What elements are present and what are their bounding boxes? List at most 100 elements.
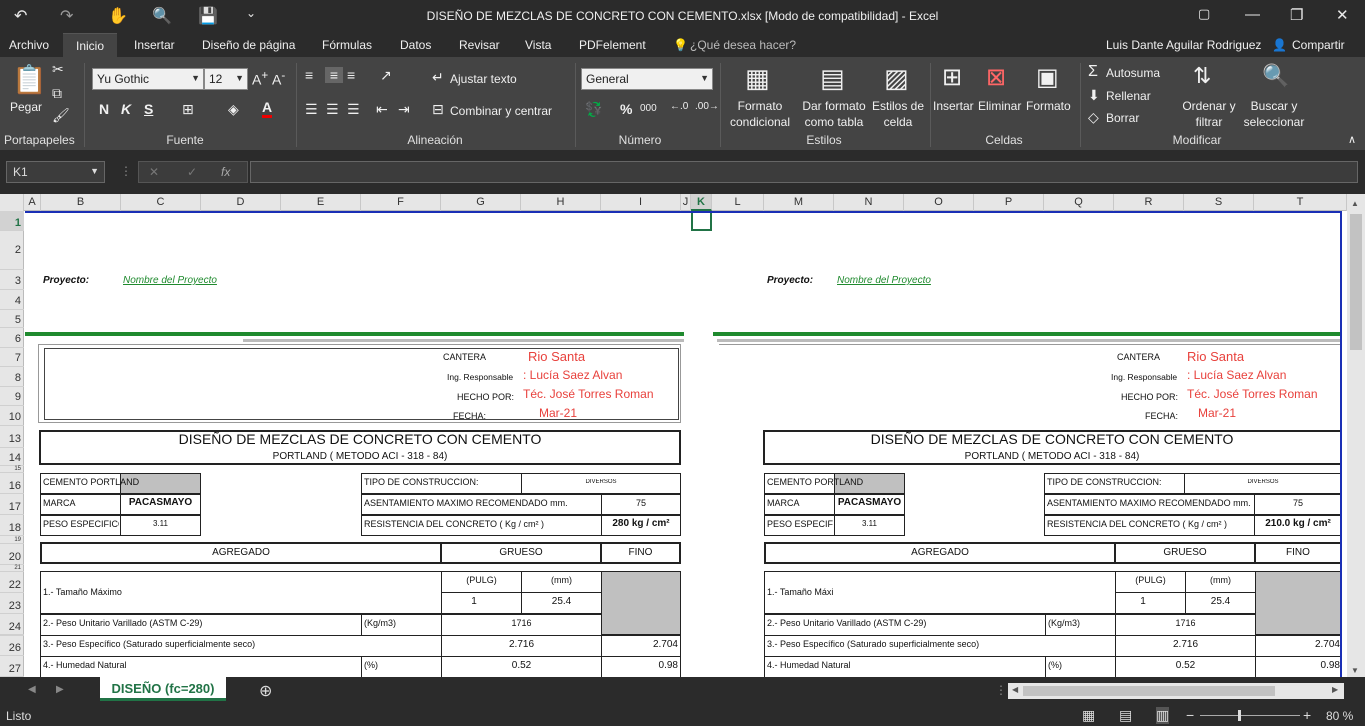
merge-center-icon[interactable]: ⊟ — [432, 101, 444, 118]
row-header[interactable]: 21 — [0, 565, 24, 572]
column-header[interactable]: J — [681, 194, 691, 211]
cut-icon[interactable]: ✂ — [52, 61, 64, 78]
ribbon-display-options-icon[interactable]: ▢ — [1198, 6, 1210, 22]
column-header[interactable]: D — [201, 194, 281, 211]
row-header[interactable]: 20 — [0, 544, 24, 565]
formula-input[interactable] — [250, 161, 1358, 183]
row-header[interactable]: 4 — [0, 290, 24, 310]
fill-button[interactable]: Rellenar — [1106, 88, 1151, 104]
font-size-combo[interactable]: 12 ▼ — [204, 68, 248, 90]
paste-button[interactable]: Pegar — [10, 99, 42, 115]
underline-button[interactable]: S — [144, 101, 153, 117]
scroll-thumb[interactable] — [1350, 214, 1362, 350]
row-header[interactable]: 9 — [0, 387, 24, 406]
column-header[interactable]: H — [521, 194, 601, 211]
column-header[interactable]: M — [764, 194, 834, 211]
increase-indent-icon[interactable]: ⇥ — [398, 101, 410, 118]
column-header[interactable]: P — [974, 194, 1044, 211]
tab-revisar[interactable]: Revisar — [459, 38, 500, 52]
wrap-text-icon[interactable]: ↵ — [432, 69, 444, 86]
row-header[interactable]: 10 — [0, 406, 24, 426]
tell-me-input[interactable]: ¿Qué desea hacer? — [690, 38, 796, 52]
column-header[interactable]: A — [24, 194, 41, 211]
share-icon[interactable]: 👤 — [1272, 38, 1287, 52]
number-format-combo[interactable]: General ▼ — [581, 68, 713, 90]
column-header[interactable]: E — [281, 194, 361, 211]
align-bottom-icon[interactable]: ≡ — [347, 67, 355, 83]
find-select-icon[interactable]: 🔍 — [1262, 63, 1289, 89]
column-header[interactable]: G — [441, 194, 521, 211]
sort-filter-icon[interactable]: ⇅ — [1193, 63, 1211, 89]
autosum-icon[interactable]: Σ — [1088, 63, 1098, 81]
sheet-tab-diseno[interactable]: DISEÑO (fc=280) — [100, 677, 226, 701]
italic-button[interactable]: K — [121, 101, 131, 117]
thousands-button[interactable]: 000 — [640, 103, 657, 114]
insert-cells-icon[interactable]: ⊞ — [942, 63, 962, 92]
tab-diseno-pagina[interactable]: Diseño de página — [202, 38, 295, 52]
format-button[interactable]: Formato — [1026, 98, 1071, 114]
active-cell[interactable] — [691, 211, 712, 231]
column-header[interactable]: F — [361, 194, 441, 211]
cell-styles-icon[interactable]: ▨ — [884, 63, 909, 94]
row-header[interactable]: 24 — [0, 614, 24, 635]
clear-icon[interactable]: ◇ — [1088, 109, 1099, 126]
align-middle-icon[interactable]: ≡ — [325, 67, 343, 83]
tab-inicio[interactable]: Inicio — [63, 33, 117, 57]
user-name[interactable]: Luis Dante Aguilar Rodriguez — [1106, 38, 1261, 52]
column-header[interactable]: N — [834, 194, 904, 211]
bold-button[interactable]: N — [99, 101, 109, 117]
tab-archivo[interactable]: Archivo — [9, 38, 49, 52]
tab-scroll-left-icon[interactable]: ◀ — [28, 684, 36, 695]
add-sheet-icon[interactable]: ⊕ — [259, 681, 272, 701]
find-select-button[interactable]: Buscar y seleccionar — [1240, 98, 1308, 130]
scroll-down-icon[interactable]: ▼ — [1351, 666, 1359, 675]
collapse-ribbon-icon[interactable]: ∧ — [1348, 133, 1356, 146]
copy-icon[interactable]: ⧉ — [52, 85, 62, 102]
minimize-button[interactable]: — — [1245, 6, 1260, 23]
row-header[interactable]: 22 — [0, 572, 24, 593]
tab-insertar[interactable]: Insertar — [134, 38, 175, 52]
tab-scroll-right-icon[interactable]: ▶ — [56, 684, 64, 695]
increase-font-icon[interactable]: A+ — [252, 69, 268, 88]
font-name-combo[interactable]: Yu Gothic ▼ — [92, 68, 204, 90]
wrap-text-button[interactable]: Ajustar texto — [450, 71, 517, 87]
insert-button[interactable]: Insertar — [933, 98, 974, 114]
orientation-icon[interactable]: ↗ — [380, 67, 392, 84]
increase-decimal-icon[interactable]: ←.0 — [670, 101, 688, 112]
column-header[interactable]: B — [41, 194, 121, 211]
column-header[interactable]: K — [691, 194, 712, 211]
row-header[interactable]: 19 — [0, 536, 24, 544]
sort-filter-button[interactable]: Ordenar y filtrar — [1178, 98, 1240, 130]
paste-icon[interactable]: 📋 — [12, 63, 47, 96]
scroll-right-icon[interactable]: ▶ — [1332, 685, 1338, 694]
scroll-left-icon[interactable]: ◀ — [1012, 685, 1018, 694]
zoom-slider-thumb[interactable] — [1238, 710, 1241, 721]
row-header[interactable]: 23 — [0, 593, 24, 614]
column-header[interactable]: C — [121, 194, 201, 211]
fill-color-icon[interactable]: ◈ — [228, 101, 239, 118]
column-header[interactable]: Q — [1044, 194, 1114, 211]
cell-styles-button[interactable]: Estilos de celda — [870, 98, 926, 130]
page-break-preview-icon[interactable]: ▥ — [1156, 707, 1170, 724]
align-right-icon[interactable]: ☰ — [347, 101, 360, 118]
clear-button[interactable]: Borrar — [1106, 110, 1139, 126]
decrease-indent-icon[interactable]: ⇤ — [376, 101, 388, 118]
zoom-in-button[interactable]: + — [1303, 707, 1311, 723]
row-header[interactable]: 17 — [0, 494, 24, 515]
format-painter-icon[interactable]: 🖌 — [52, 107, 70, 124]
close-button[interactable]: ✕ — [1336, 6, 1349, 24]
normal-view-icon[interactable]: ▦ — [1082, 707, 1095, 724]
tab-pdfelement[interactable]: PDFelement — [579, 38, 646, 52]
worksheet-grid[interactable]: Proyecto: Nombre del Proyecto CANTERA Ri… — [25, 211, 1342, 677]
row-header[interactable]: 16 — [0, 473, 24, 494]
align-left-icon[interactable]: ☰ — [305, 101, 318, 118]
font-color-icon[interactable]: A — [262, 99, 273, 118]
align-center-icon[interactable]: ☰ — [326, 101, 339, 118]
hscroll-thumb[interactable] — [1023, 686, 1275, 696]
decrease-font-icon[interactable]: A- — [272, 69, 285, 88]
autosum-button[interactable]: Autosuma — [1106, 65, 1160, 81]
zoom-level[interactable]: 80 % — [1326, 709, 1353, 723]
column-header[interactable]: L — [712, 194, 764, 211]
column-header[interactable]: T — [1254, 194, 1347, 211]
enter-icon[interactable]: ✓ — [187, 165, 197, 179]
